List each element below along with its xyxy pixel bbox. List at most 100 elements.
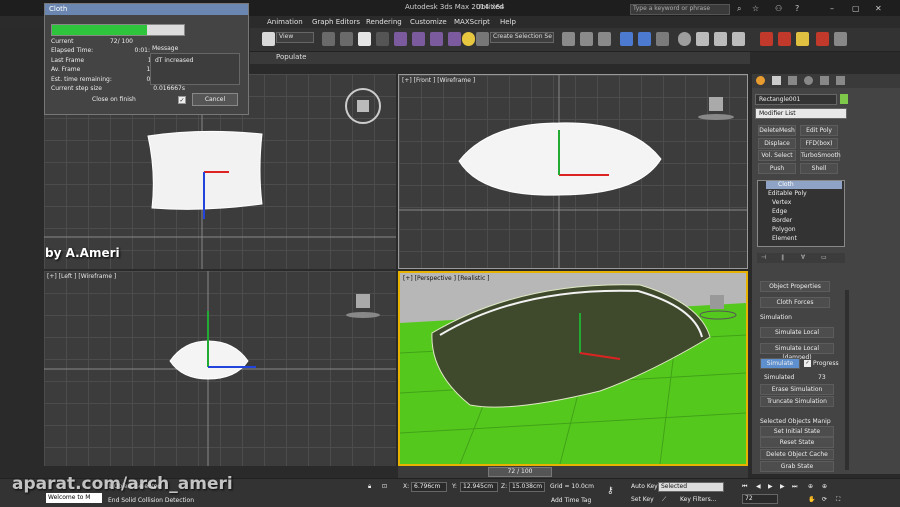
- displace-button[interactable]: Displace: [758, 138, 796, 149]
- add-time-tag[interactable]: Add Time Tag: [551, 497, 591, 504]
- simulate-button[interactable]: Simulate: [760, 358, 800, 369]
- angle-snap-icon[interactable]: [412, 32, 425, 46]
- reset-state-button[interactable]: Reset State: [760, 437, 834, 448]
- graphite-toggle-icon[interactable]: [620, 32, 633, 46]
- layer-manager-icon[interactable]: [598, 32, 611, 46]
- pivot-icon[interactable]: [322, 32, 335, 46]
- zoom-icon[interactable]: ⊕: [808, 483, 813, 490]
- erase-simulation-button[interactable]: Erase Simulation: [760, 384, 834, 395]
- minimize-icon[interactable]: –: [830, 4, 834, 13]
- delete-object-cache-button[interactable]: Delete Object Cache: [760, 449, 834, 460]
- viewport-front-label[interactable]: [+] [Front ] [Wireframe ]: [402, 77, 475, 84]
- modifier-list-dropdown[interactable]: Modifier List: [755, 108, 847, 119]
- reset-icon[interactable]: [834, 32, 847, 46]
- align-icon[interactable]: [580, 32, 593, 46]
- grab-state-button[interactable]: Grab State: [760, 461, 834, 472]
- edit-named-selection-icon[interactable]: [476, 32, 489, 46]
- vol-select-button[interactable]: Vol. Select: [758, 150, 796, 161]
- next-frame-icon[interactable]: ▶: [780, 483, 785, 490]
- viewcube-icon[interactable]: [356, 294, 370, 308]
- viewcube-icon[interactable]: [710, 295, 724, 309]
- remove-modifier-icon[interactable]: ▭: [821, 254, 827, 261]
- object-name-field[interactable]: Rectangle001: [755, 94, 837, 105]
- simulate-local-damped-button[interactable]: Simulate Local (damped): [760, 343, 834, 361]
- search-icon[interactable]: ⌕: [737, 4, 741, 14]
- close-on-finish-checkbox[interactable]: ✓: [178, 96, 186, 104]
- stack-item-cloth[interactable]: Cloth: [766, 181, 842, 189]
- menu-graph-editors[interactable]: Graph Editors: [312, 18, 360, 26]
- render-production-icon[interactable]: [732, 32, 745, 46]
- object-properties-button[interactable]: Object Properties: [760, 281, 830, 292]
- user-icon[interactable]: ⚇: [775, 4, 782, 13]
- prev-frame-icon[interactable]: ◀: [756, 483, 761, 490]
- delete-icon[interactable]: [816, 32, 829, 46]
- viewport-front[interactable]: [+] [Front ] [Wireframe ]: [398, 74, 748, 269]
- maxscript-listener[interactable]: Welcome to M: [46, 493, 102, 503]
- make-unique-icon[interactable]: ∀: [801, 254, 805, 261]
- set-initial-state-button[interactable]: Set Initial State: [760, 426, 834, 437]
- viewport-left[interactable]: [+] [Left ] [Wireframe ]: [44, 271, 396, 466]
- maximize-viewport-icon[interactable]: ⛶: [836, 496, 840, 504]
- ribbon-tab-populate[interactable]: Populate: [276, 53, 306, 61]
- material-editor-icon[interactable]: [678, 32, 691, 46]
- menu-help[interactable]: Help: [500, 18, 516, 26]
- move-icon[interactable]: [340, 32, 353, 46]
- edit-poly-button[interactable]: Edit Poly: [800, 125, 838, 136]
- frame-indicator[interactable]: 72 / 100: [488, 467, 552, 477]
- search-input[interactable]: Type a keyword or phrase: [630, 4, 730, 15]
- rendered-frame-icon[interactable]: [714, 32, 727, 46]
- selection-set-dropdown[interactable]: Selected: [658, 482, 724, 492]
- stack-item-edge[interactable]: Edge: [772, 208, 787, 215]
- snaps-toggle-icon[interactable]: [394, 32, 407, 46]
- key-filters-button[interactable]: Key Filters...: [680, 496, 717, 503]
- keyboard-shortcut-icon[interactable]: [376, 32, 389, 46]
- percent-snap-icon[interactable]: [430, 32, 443, 46]
- viewport-perspective[interactable]: [+] [Perspective ] [Realistic ]: [398, 271, 748, 466]
- y-coordinate-field[interactable]: 12.945cm: [460, 482, 498, 492]
- maximize-icon[interactable]: ▢: [852, 4, 860, 13]
- orbit-icon[interactable]: ⟳: [822, 496, 827, 503]
- key-icon[interactable]: ⚷: [607, 486, 614, 496]
- menu-customize[interactable]: Customize: [410, 18, 447, 26]
- lock-icon[interactable]: 🔒︎: [368, 483, 371, 491]
- deletemesh-button[interactable]: DeleteMesh: [758, 125, 796, 136]
- pan-icon[interactable]: ✋: [808, 496, 815, 503]
- menu-maxscript[interactable]: MAXScript: [454, 18, 490, 26]
- hierarchy-tab-icon[interactable]: [788, 76, 797, 85]
- stack-item-editable-poly[interactable]: Editable Poly: [768, 190, 807, 197]
- menu-animation[interactable]: Animation: [267, 18, 303, 26]
- viewport-left-label[interactable]: [+] [Left ] [Wireframe ]: [47, 273, 116, 280]
- viewport-perspective-label[interactable]: [+] [Perspective ] [Realistic ]: [403, 275, 490, 282]
- set-key-button[interactable]: Set Key: [631, 496, 654, 503]
- cloth-forces-button[interactable]: Cloth Forces: [760, 297, 830, 308]
- shell-button[interactable]: Shell: [800, 163, 838, 174]
- lock-icon[interactable]: ⊡: [382, 483, 387, 490]
- zoom-all-icon[interactable]: ⊕: [822, 483, 827, 490]
- modify-tab-icon[interactable]: [772, 76, 781, 85]
- object-color-swatch[interactable]: [840, 94, 848, 104]
- create-tab-icon[interactable]: [756, 76, 765, 85]
- mass-fx-icon[interactable]: [778, 32, 791, 46]
- push-button[interactable]: Push: [758, 163, 796, 174]
- truncate-simulation-button[interactable]: Truncate Simulation: [760, 396, 834, 407]
- x-coordinate-field[interactable]: 6.796cm: [411, 482, 447, 492]
- close-icon[interactable]: ✕: [875, 4, 882, 13]
- cancel-button[interactable]: Cancel: [192, 93, 238, 106]
- named-selection-icon[interactable]: [462, 32, 475, 46]
- curve-editor-icon[interactable]: [638, 32, 651, 46]
- play-icon[interactable]: ▶: [768, 483, 773, 490]
- render-setup-icon[interactable]: [696, 32, 709, 46]
- current-frame-field[interactable]: 72: [742, 494, 778, 504]
- time-slider[interactable]: [398, 466, 748, 478]
- auto-key-button[interactable]: Auto Key: [631, 483, 658, 490]
- motion-tab-icon[interactable]: [804, 76, 813, 85]
- select-icon[interactable]: [262, 32, 275, 46]
- simulate-local-button[interactable]: Simulate Local: [760, 327, 834, 338]
- utilities-tab-icon[interactable]: [836, 76, 845, 85]
- schematic-view-icon[interactable]: [656, 32, 669, 46]
- pin-stack-icon[interactable]: ⊣: [761, 254, 766, 261]
- cloth-tool-icon[interactable]: [760, 32, 773, 46]
- stack-item-border[interactable]: Border: [772, 217, 792, 224]
- progress-checkbox[interactable]: ✓: [804, 360, 811, 367]
- stack-item-element[interactable]: Element: [772, 235, 797, 242]
